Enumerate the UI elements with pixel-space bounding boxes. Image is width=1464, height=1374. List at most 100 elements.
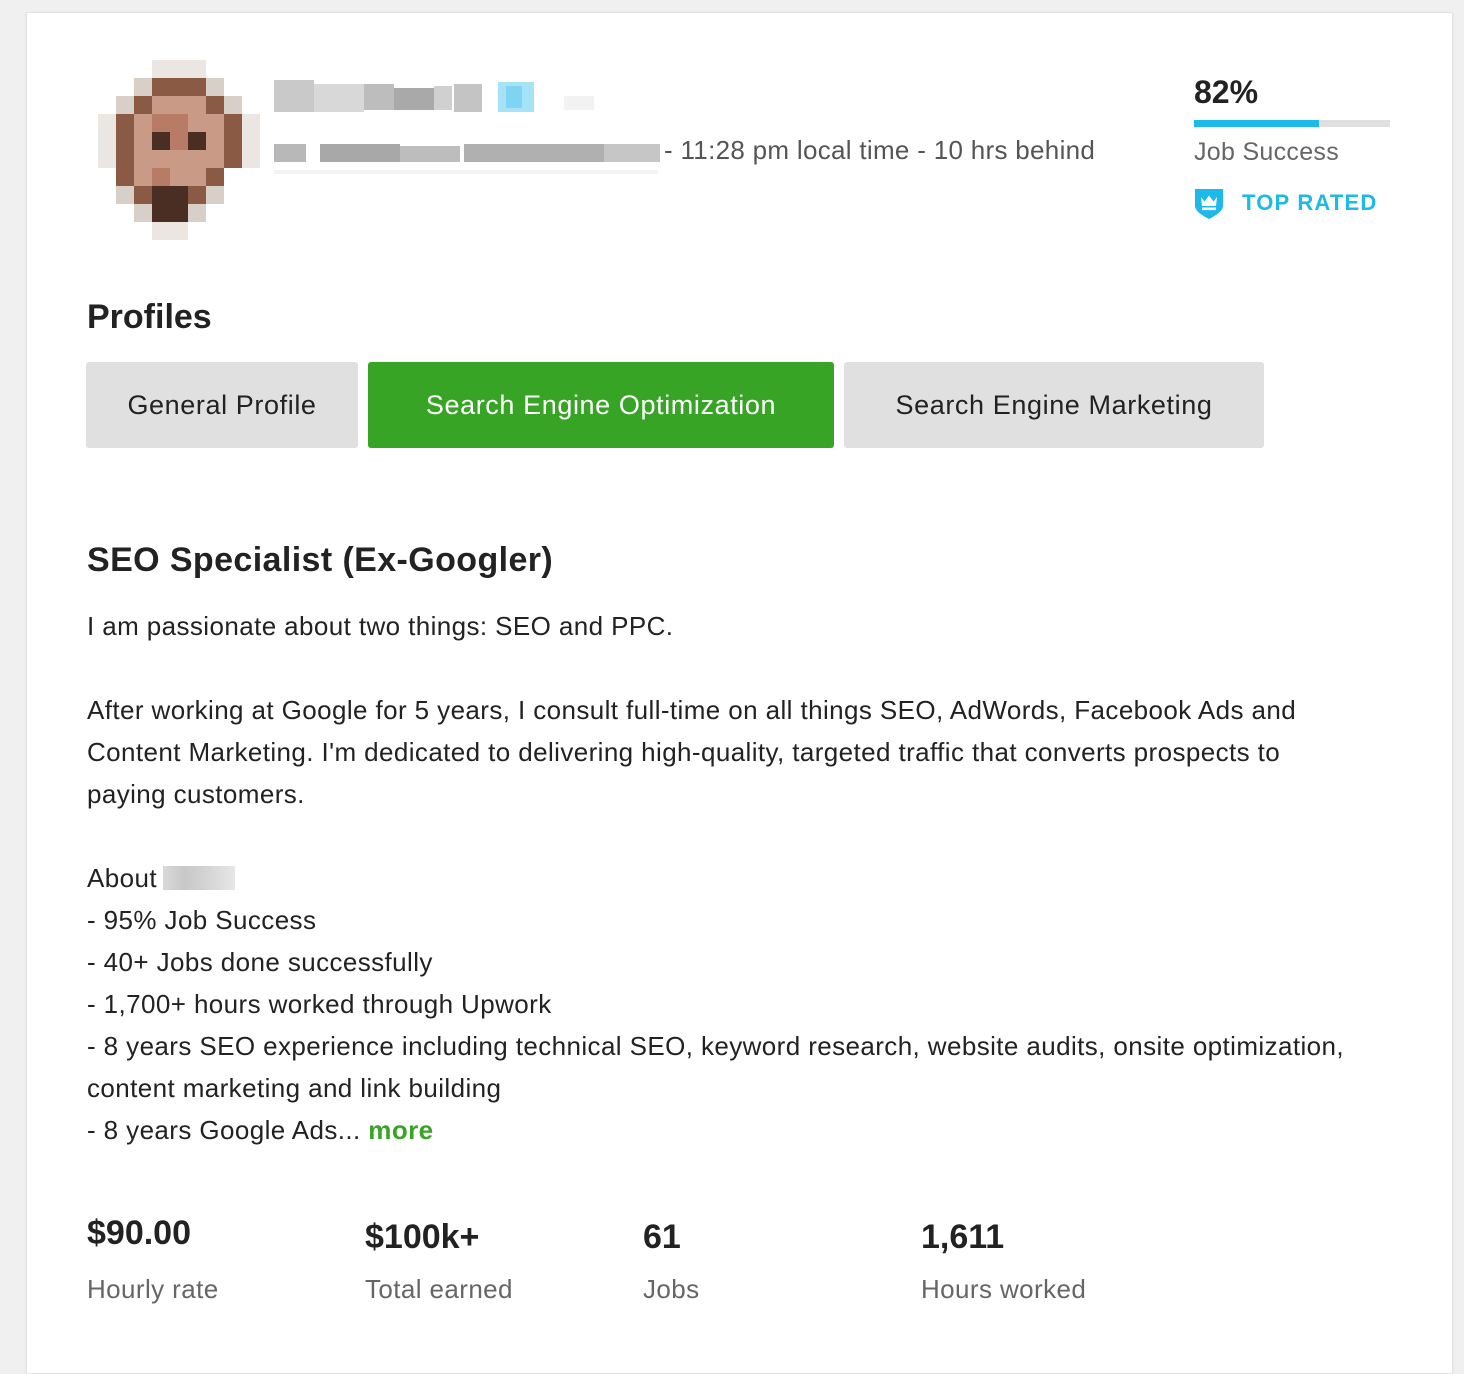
profile-title: SEO Specialist (Ex-Googler) [87,541,554,579]
stat-value: 1,611 [921,1218,1005,1256]
stat-label: Total earned [365,1274,513,1304]
avatar-pixel [170,168,188,186]
bullet-item: - 95% Job Success [87,905,317,935]
stat-label: Hours worked [921,1274,1087,1304]
avatar-pixel [152,204,170,222]
stat-value: $90.00 [87,1214,191,1252]
avatar-pixel [170,132,188,150]
job-success-bar [1194,120,1390,127]
blurred-location [274,136,664,174]
avatar-pixel [134,168,152,186]
avatar-pixel [206,96,224,114]
avatar-pixel [152,78,170,96]
avatar-pixel [206,132,224,150]
avatar-pixel [134,186,152,204]
avatar-pixel [152,150,170,168]
avatar-pixel [224,132,242,150]
intro-text: I am passionate about two things: SEO an… [87,611,674,641]
stat-hourly-rate: $90.00 Hourly rate [87,1214,219,1305]
avatar-pixel [206,78,224,96]
avatar-pixel [170,78,188,96]
job-success-bar-fill [1194,120,1320,127]
local-time-text: - 11:28 pm local time - 10 hrs behind [664,135,1096,165]
avatar-pixel [134,204,152,222]
avatar-pixel [206,186,224,204]
avatar-pixel [188,60,206,78]
bullet-text: - 8 years Google Ads... [87,1115,361,1145]
bio-paragraph: After working at Google for 5 years, I c… [87,695,1297,809]
job-success-percent: 82% [1194,74,1259,110]
avatar-pixel [152,168,170,186]
avatar-pixel [116,96,134,114]
avatar-pixel [170,60,188,78]
stat-label: Hourly rate [87,1274,219,1304]
avatar-pixel [188,168,206,186]
blurred-about-name [162,866,235,890]
avatar-pixel [98,132,116,150]
avatar-pixel [152,222,170,240]
bullet-item: - 40+ Jobs done successfully [87,947,433,977]
profile-description: I am passionate about two things: SEO an… [87,605,1357,1151]
stat-value: $100k+ [365,1218,480,1256]
crown-shield-icon [1195,189,1223,219]
job-success-label: Job Success [1194,138,1340,166]
avatar-pixel [242,150,260,168]
avatar-pixel [170,204,188,222]
about-label: About [87,863,157,893]
avatar-pixel [188,96,206,114]
about-line: About [87,857,1357,899]
avatar-pixel [188,204,206,222]
stat-total-earned: $100k+ Total earned [365,1218,513,1305]
avatar-pixel [206,168,224,186]
avatar-pixel [116,168,134,186]
avatar-pixel [188,78,206,96]
avatar-pixel [188,150,206,168]
avatar-pixel [134,96,152,114]
avatar-pixel [116,114,134,132]
avatar-pixel [134,114,152,132]
top-rated-label: TOP RATED [1242,190,1378,215]
avatar-pixel [170,222,188,240]
top-rated-badge: TOP RATED [1192,186,1378,220]
avatar-pixel [116,132,134,150]
avatar-pixel [152,114,170,132]
stat-hours-worked: 1,611 Hours worked [921,1218,1086,1305]
avatar-pixel [152,132,170,150]
more-link[interactable]: more [368,1115,433,1145]
bullet-item: - 1,700+ hours worked through Upwork [87,989,552,1019]
avatar-pixel [188,114,206,132]
avatar-pixel [242,114,260,132]
avatar-pixel [170,96,188,114]
avatar-pixel [116,186,134,204]
stat-value: 61 [643,1218,681,1256]
profiles-heading: Profiles [87,298,212,336]
avatar-pixel [134,150,152,168]
avatar-pixel [224,96,242,114]
avatar-pixel [242,132,260,150]
avatar-pixel [224,114,242,132]
bullet-item: - 8 years SEO experience including techn… [87,1031,1344,1103]
avatar-pixel [98,150,116,168]
avatar-pixel [152,96,170,114]
avatar-pixel [170,114,188,132]
tab-search-engine-marketing[interactable]: Search Engine Marketing [844,362,1264,448]
stat-jobs: 61 Jobs [643,1218,700,1305]
avatar-pixel [134,78,152,96]
avatar-pixel [134,132,152,150]
avatar-pixel [152,60,170,78]
avatar-pixel [170,150,188,168]
avatar-pixel [170,186,188,204]
avatar-pixel [206,114,224,132]
avatar-pixel [188,132,206,150]
tab-general-profile[interactable]: General Profile [86,362,358,448]
tab-search-engine-optimization[interactable]: Search Engine Optimization [368,362,834,448]
avatar-pixel [206,150,224,168]
avatar-pixel [188,186,206,204]
bullet-item-last: - 8 years Google Ads... more [87,1109,1357,1151]
blurred-name [274,80,624,112]
avatar-pixel [98,114,116,132]
avatar-pixel [116,150,134,168]
avatar[interactable] [80,60,260,240]
avatar-pixel [224,150,242,168]
stat-label: Jobs [643,1274,700,1304]
